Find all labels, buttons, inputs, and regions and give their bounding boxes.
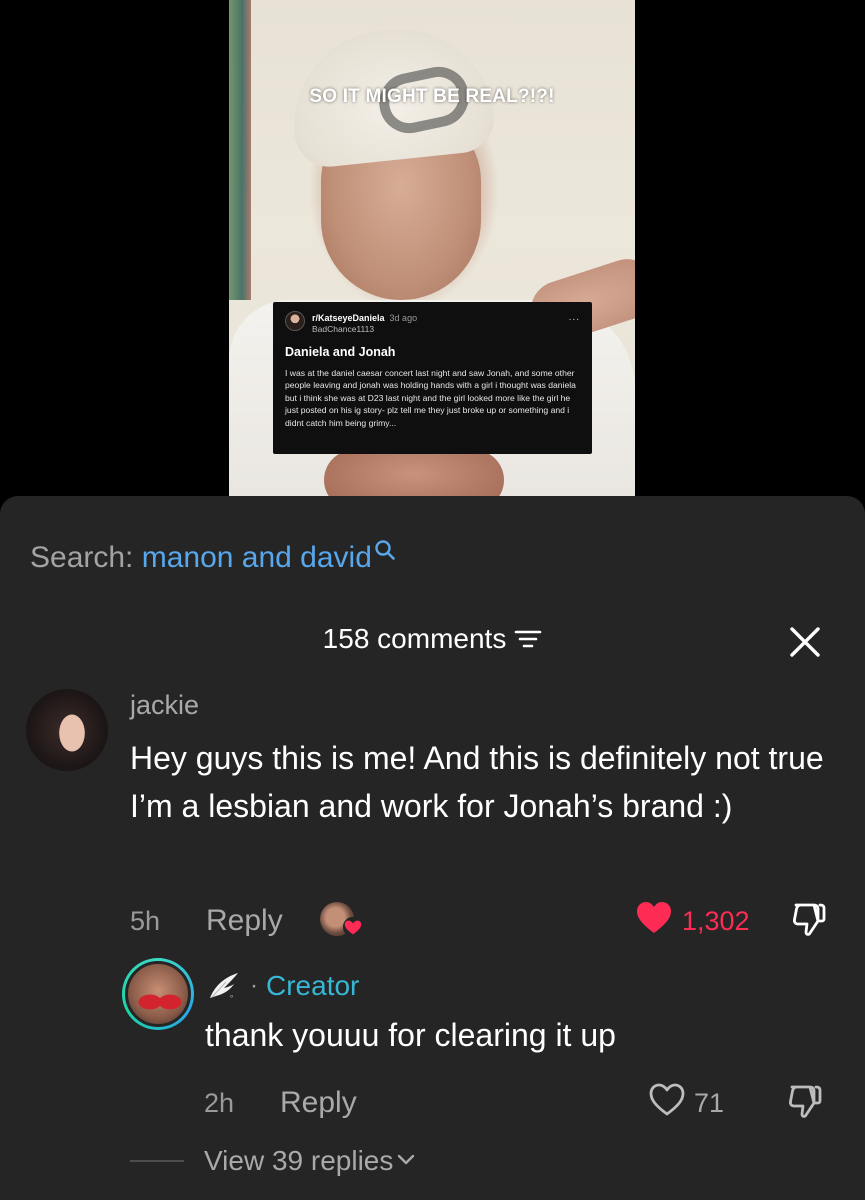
reply-time: 2h bbox=[204, 1088, 235, 1118]
creator-badge: Creator bbox=[266, 970, 360, 1001]
close-icon[interactable] bbox=[789, 626, 821, 658]
reddit-avatar bbox=[285, 311, 305, 331]
creator-separator: · bbox=[250, 972, 258, 999]
svg-text:ᵒ: ᵒ bbox=[230, 993, 233, 1002]
reddit-post-screenshot: r/KatseyeDaniela 3d ago BadChance1113 ...… bbox=[273, 302, 592, 454]
creator-author-line: ᵒ · Creator bbox=[206, 966, 359, 1006]
reddit-post-title: Daniela and Jonah bbox=[285, 345, 396, 359]
reply-like-count: 71 bbox=[694, 1088, 725, 1118]
sort-icon[interactable] bbox=[514, 624, 542, 648]
view-replies-button[interactable]: View 39 replies bbox=[204, 1142, 415, 1177]
comments-count: 158 comments bbox=[322, 623, 507, 654]
video-player[interactable]: SO IT MIGHT BE REAL?!?! r/KatseyeDaniela… bbox=[229, 0, 635, 510]
comments-header: 158 comments bbox=[0, 622, 865, 656]
reddit-subreddit: r/KatseyeDaniela bbox=[312, 313, 385, 323]
wing-icon[interactable]: ᵒ bbox=[206, 970, 242, 1002]
avatar[interactable] bbox=[26, 689, 108, 771]
like-count: 1,302 bbox=[682, 906, 750, 936]
search-suggestion[interactable]: Search: manon and david bbox=[30, 534, 396, 576]
comment-time: 5h bbox=[130, 906, 161, 936]
creator-liked-heart-icon bbox=[342, 916, 364, 938]
comment-author[interactable]: jackie bbox=[130, 690, 199, 721]
video-caption-overlay: SO IT MIGHT BE REAL?!?! bbox=[309, 86, 555, 107]
comment-actions: 5h Reply 1,302 bbox=[130, 900, 840, 940]
search-label: Search: bbox=[30, 541, 134, 574]
search-query-link[interactable]: manon and david bbox=[142, 541, 372, 574]
reddit-post-body: I was at the daniel caesar concert last … bbox=[285, 368, 576, 428]
comment-text: Hey guys this is me! And this is definit… bbox=[130, 740, 824, 824]
reply-text: thank youuu for clearing it up bbox=[205, 1017, 616, 1053]
reddit-more-icon: ... bbox=[568, 312, 580, 323]
comments-sheet: Search: manon and david 158 comments jac… bbox=[0, 496, 865, 1200]
search-icon[interactable] bbox=[374, 534, 396, 560]
reddit-post-age: 3d ago bbox=[389, 313, 418, 323]
reddit-username: BadChance1113 bbox=[312, 324, 375, 334]
background-wall-art bbox=[229, 0, 251, 300]
reply-actions: 2h Reply 71 bbox=[204, 1082, 844, 1122]
reply-button[interactable]: Reply bbox=[206, 904, 283, 938]
reply-button[interactable]: Reply bbox=[280, 1086, 357, 1120]
replies-divider bbox=[130, 1160, 184, 1162]
heart-icon[interactable] bbox=[635, 900, 673, 936]
heart-outline-icon[interactable] bbox=[648, 1082, 686, 1118]
view-replies-label: View 39 replies bbox=[204, 1145, 394, 1176]
creator-avatar[interactable] bbox=[122, 958, 194, 1030]
chevron-down-icon bbox=[397, 1142, 415, 1165]
dislike-icon[interactable] bbox=[790, 900, 826, 940]
creator-avatar-image bbox=[125, 961, 191, 1027]
dislike-icon[interactable] bbox=[786, 1082, 822, 1122]
